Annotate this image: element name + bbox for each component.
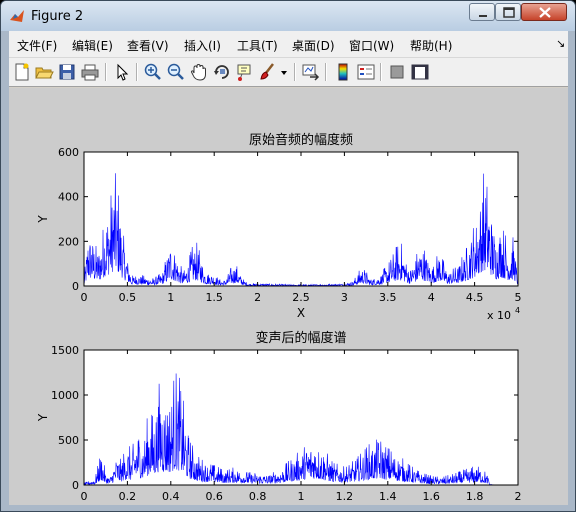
chart-1: 0 0.5 1 1.5 2 2.5 3 3.5 4 4.5 5 0 200 400 600 原始音频的幅度频 X… xyxy=(36,132,522,322)
maximize-button[interactable] xyxy=(495,3,521,21)
x-tick-label: 1 xyxy=(167,291,174,304)
new-figure-icon[interactable] xyxy=(12,62,32,82)
close-icon xyxy=(539,7,551,18)
colorbar-icon[interactable] xyxy=(333,62,353,82)
axes-background xyxy=(84,152,518,286)
open-file-icon[interactable] xyxy=(34,62,54,82)
x-tick-label: 0.8 xyxy=(249,490,267,503)
chart-title: 变声后的幅度谱 xyxy=(255,330,346,346)
chart-2: 0 0.2 0.4 0.6 0.8 1 1.2 1.4 1.6 1.8 2 0 500 1000 1500 变… xyxy=(36,330,522,503)
y-tick-label: 0 xyxy=(72,479,79,492)
pan-icon[interactable] xyxy=(189,62,209,82)
x-tick-label: 4.5 xyxy=(466,291,484,304)
x-tick-label: 0 xyxy=(81,490,88,503)
y-tick-label: 1500 xyxy=(51,344,79,357)
data-cursor-icon[interactable] xyxy=(235,62,255,82)
close-button[interactable] xyxy=(521,3,567,21)
toolbar-separator xyxy=(294,63,296,81)
x-tick-label: 1.8 xyxy=(466,490,484,503)
x-tick-label: 3.5 xyxy=(379,291,397,304)
menu-desktop[interactable]: 桌面(D) xyxy=(292,37,335,54)
hide-plot-tools-icon[interactable] xyxy=(387,62,407,82)
x-tick-label: 2 xyxy=(515,490,522,503)
rotate-3d-icon[interactable] xyxy=(212,62,232,82)
title-bar[interactable]: Figure 2 xyxy=(1,1,575,31)
x-tick-label: 1 xyxy=(298,490,305,503)
menu-edit[interactable]: 编辑(E) xyxy=(72,37,113,54)
zoom-in-icon[interactable] xyxy=(143,62,163,82)
x-tick-label: 1.2 xyxy=(336,490,354,503)
menu-view[interactable]: 查看(V) xyxy=(127,37,169,54)
y-tick-label: 400 xyxy=(58,191,79,204)
matlab-logo-icon xyxy=(10,10,24,22)
x-multiplier-exponent: 4 xyxy=(515,306,520,315)
brush-icon[interactable] xyxy=(258,62,278,82)
y-tick-label: 200 xyxy=(58,235,79,248)
restore-icon xyxy=(503,7,515,18)
y-axis-label: Y xyxy=(36,413,50,422)
toolbar-separator xyxy=(325,63,327,81)
link-plot-icon[interactable] xyxy=(301,62,321,82)
save-icon[interactable] xyxy=(57,62,77,82)
minimize-icon xyxy=(479,15,487,17)
x-tick-label: 0.5 xyxy=(119,291,137,304)
menu-window[interactable]: 窗口(W) xyxy=(349,37,394,54)
legend-icon[interactable] xyxy=(356,62,376,82)
figure-toolbar xyxy=(9,58,568,87)
y-tick-label: 500 xyxy=(58,434,79,447)
menu-insert[interactable]: 插入(I) xyxy=(184,37,221,54)
figure-window: Figure 2 文件(F) 编辑(E) 查看(V) 插入(I) 工具(T) 桌… xyxy=(0,0,576,512)
brush-dropdown-icon[interactable] xyxy=(279,62,289,82)
toolbar-separator xyxy=(380,63,382,81)
x-tick-label: 3 xyxy=(341,291,348,304)
x-tick-label: 0.4 xyxy=(162,490,180,503)
toolbar-separator xyxy=(136,63,138,81)
menu-bar: 文件(F) 编辑(E) 查看(V) 插入(I) 工具(T) 桌面(D) 窗口(W… xyxy=(9,31,568,58)
zoom-out-icon[interactable] xyxy=(166,62,186,82)
x-tick-label: 1.4 xyxy=(379,490,397,503)
dock-arrow-icon[interactable]: ↘ xyxy=(556,37,565,50)
menu-file[interactable]: 文件(F) xyxy=(17,37,57,54)
x-tick-label: 2 xyxy=(254,291,261,304)
x-tick-label: 0.2 xyxy=(119,490,137,503)
show-plot-tools-icon[interactable] xyxy=(410,62,430,82)
chart-title: 原始音频的幅度频 xyxy=(249,132,353,148)
x-tick-label: 5 xyxy=(515,291,522,304)
toolbar-separator xyxy=(105,63,107,81)
x-axis-label: X xyxy=(297,306,305,320)
figure-canvas: 0 0.5 1 1.5 2 2.5 3 3.5 4 4.5 5 0 200 400 600 原始音频的幅度频 X… xyxy=(9,88,568,505)
window-title: Figure 2 xyxy=(31,9,84,24)
menu-help[interactable]: 帮助(H) xyxy=(410,37,452,54)
x-multiplier-label: x 10 xyxy=(487,309,511,322)
x-tick-label: 1.5 xyxy=(205,291,223,304)
x-tick-label: 1.6 xyxy=(422,490,440,503)
x-tick-label: 2.5 xyxy=(292,291,310,304)
y-tick-label: 0 xyxy=(72,280,79,293)
print-icon[interactable] xyxy=(80,62,100,82)
x-tick-label: 0 xyxy=(81,291,88,304)
plots-svg: 0 0.5 1 1.5 2 2.5 3 3.5 4 4.5 50200400600原始音频的幅度频X… xyxy=(36,132,522,503)
x-tick-label: 0.6 xyxy=(205,490,223,503)
minimize-button[interactable] xyxy=(469,3,495,21)
menu-tools[interactable]: 工具(T) xyxy=(237,37,278,54)
y-axis-label: Y xyxy=(36,215,50,224)
client-area: 文件(F) 编辑(E) 查看(V) 插入(I) 工具(T) 桌面(D) 窗口(W… xyxy=(9,31,568,505)
y-tick-label: 1000 xyxy=(51,389,79,402)
x-tick-label: 4 xyxy=(428,291,435,304)
pointer-icon[interactable] xyxy=(112,62,132,82)
y-tick-label: 600 xyxy=(58,146,79,159)
